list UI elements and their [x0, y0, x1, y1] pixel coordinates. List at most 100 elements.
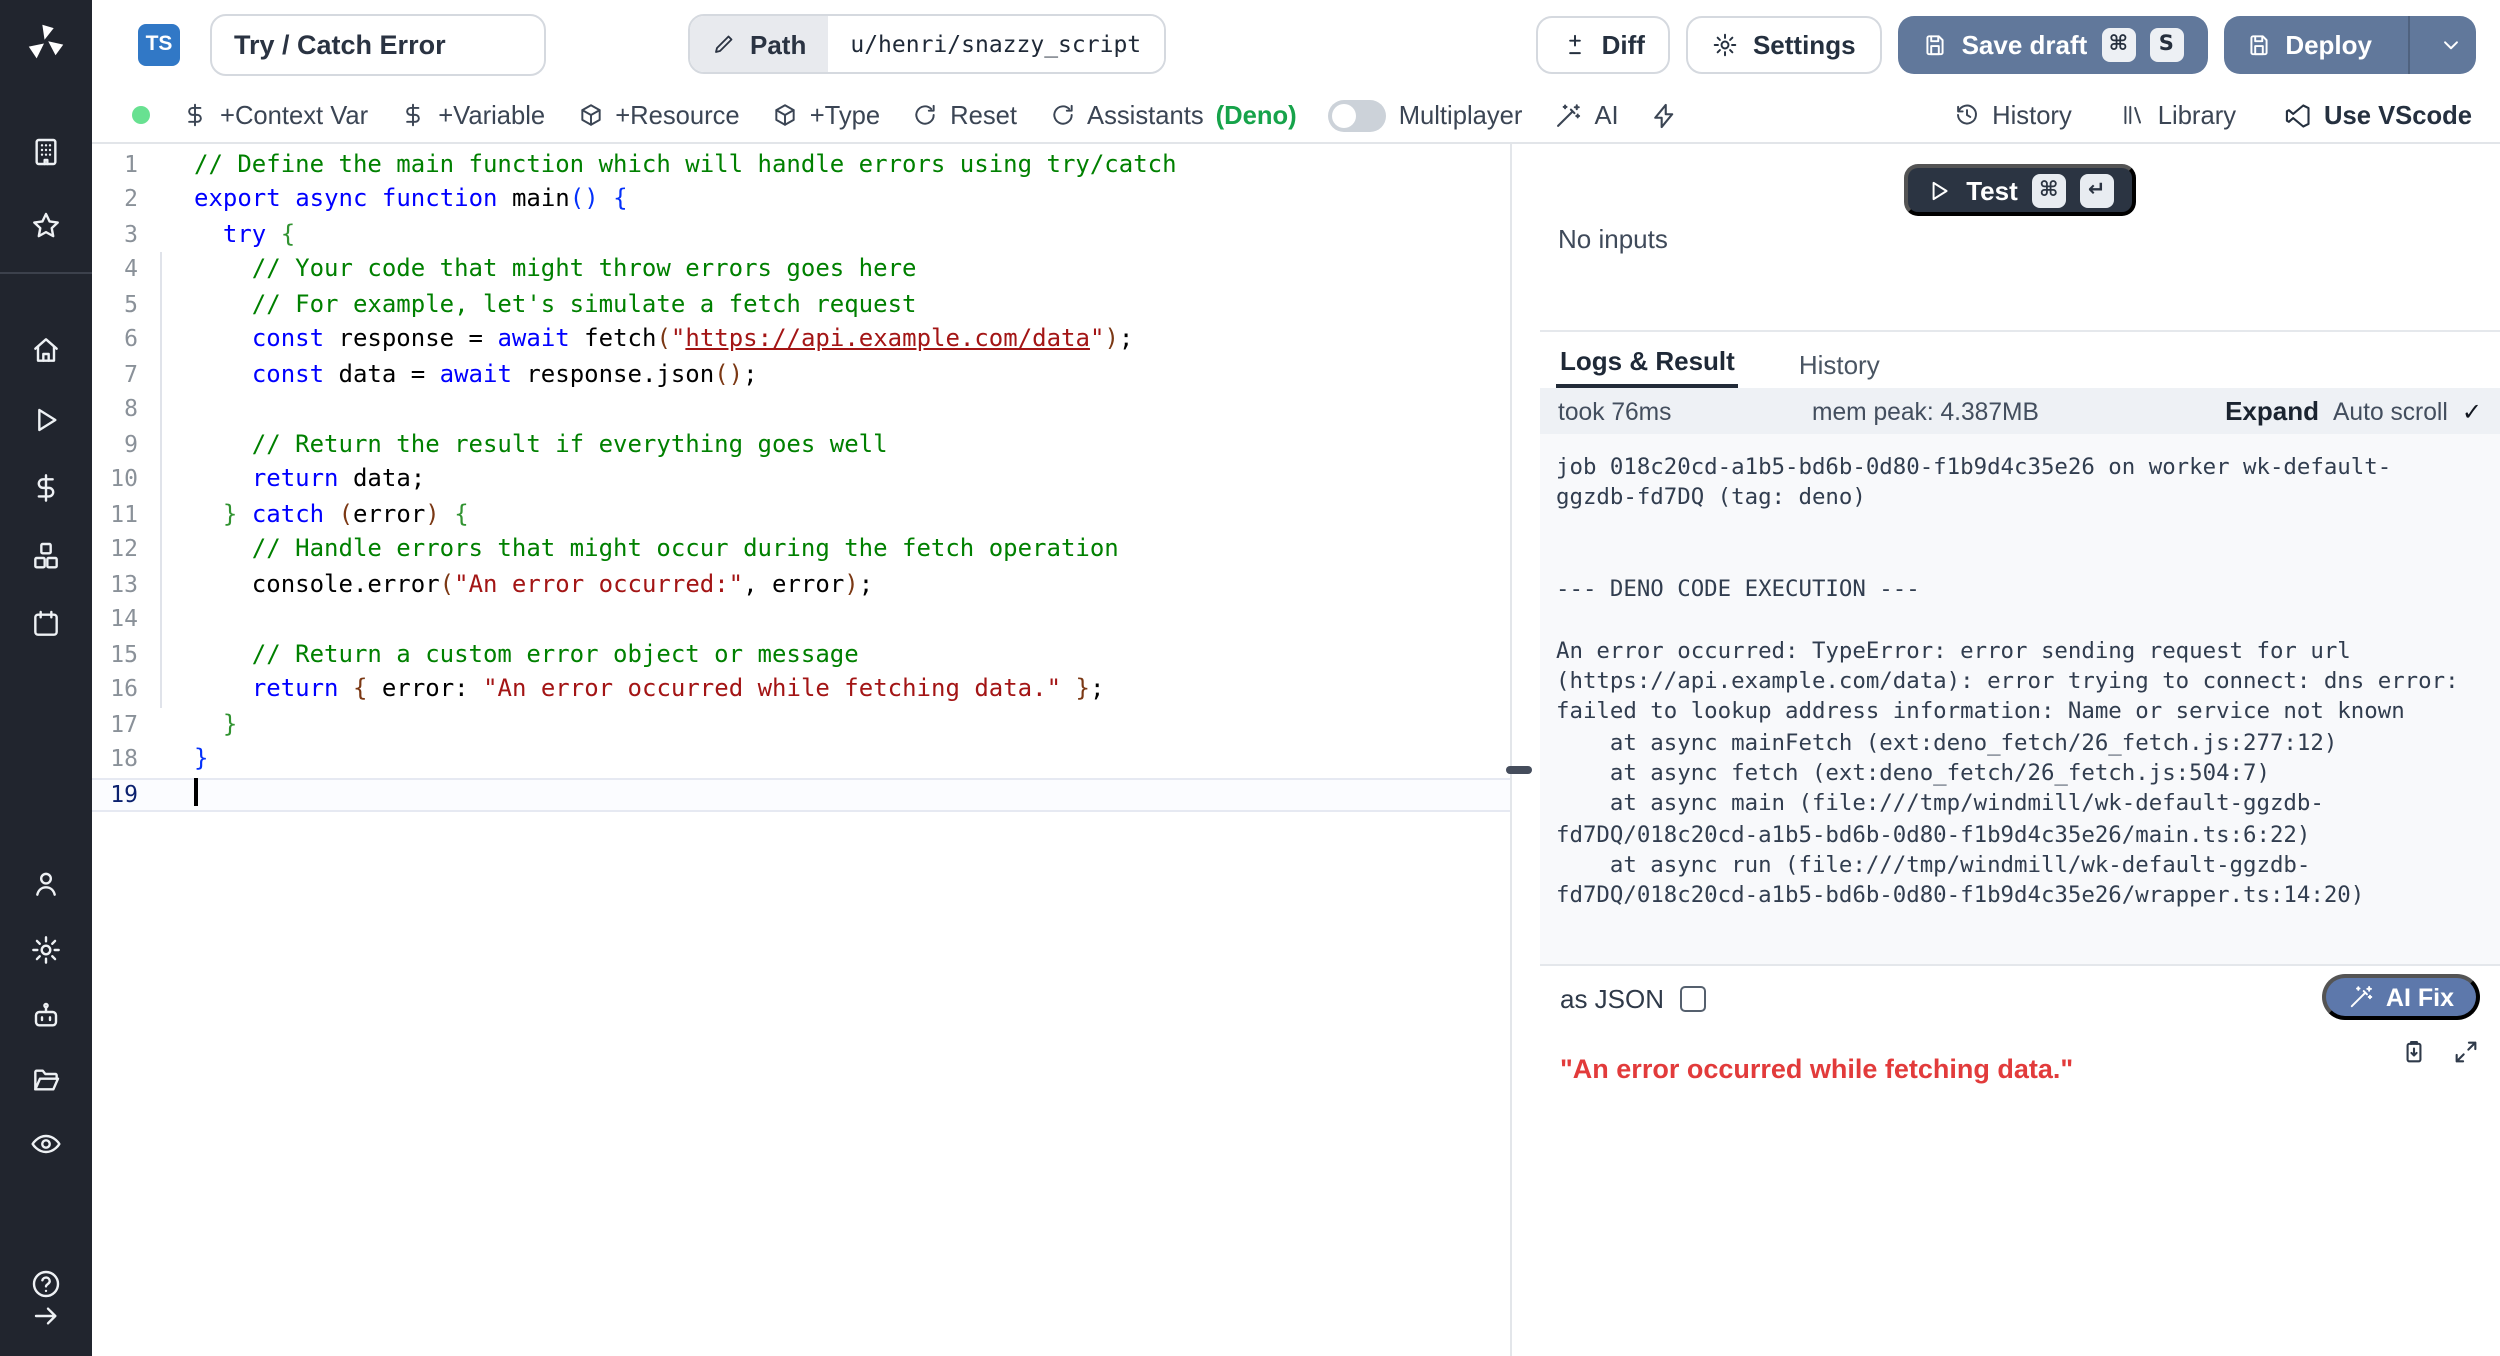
trigger-button[interactable] — [1651, 101, 1679, 129]
code-line-15[interactable]: 15 // Return a custom error object or me… — [92, 637, 1510, 672]
code-line-14[interactable]: 14 — [92, 602, 1510, 637]
code-line-13[interactable]: 13 console.error("An error occurred:", e… — [92, 567, 1510, 602]
assistants-button[interactable]: Assistants (Deno) — [1049, 100, 1297, 130]
code-line-18[interactable]: 18} — [92, 742, 1510, 777]
reset-button[interactable]: Reset — [912, 100, 1017, 130]
add-variable-button[interactable]: +Variable — [400, 100, 545, 130]
code-line-7[interactable]: 7 const data = await response.json(); — [92, 357, 1510, 392]
ai-fix-button[interactable]: AI Fix — [2322, 974, 2480, 1020]
path-group[interactable]: Path u/henri/snazzy_script — [688, 14, 1165, 74]
line-number: 14 — [92, 602, 138, 637]
path-label: Path — [750, 29, 806, 59]
expand-button[interactable]: Expand — [2225, 396, 2319, 426]
user-icon[interactable] — [30, 868, 62, 900]
multiplayer-toggle[interactable] — [1329, 99, 1387, 131]
lightning-bolt-icon — [1651, 101, 1679, 129]
code-line-8[interactable]: 8 — [92, 392, 1510, 427]
multiplayer-toggle-group: Multiplayer — [1329, 99, 1523, 131]
favorites-star-icon[interactable] — [30, 210, 62, 242]
log-output[interactable]: job 018c20cd-a1b5-bd6b-0d80-f1b9d4c35e26… — [1540, 434, 2500, 964]
line-number: 7 — [92, 357, 138, 392]
as-json-label: as JSON — [1560, 984, 1664, 1014]
workspace-building-icon[interactable] — [30, 136, 62, 168]
line-number: 3 — [92, 217, 138, 252]
panel-divider — [1510, 144, 1512, 1356]
script-title-input[interactable]: Try / Catch Error — [210, 13, 546, 75]
ai-fix-label: AI Fix — [2386, 983, 2454, 1011]
pencil-icon — [712, 32, 736, 56]
save-draft-label: Save draft — [1962, 29, 2088, 59]
line-number: 16 — [92, 672, 138, 707]
result-section: as JSON AI Fix "An error occurred while … — [1540, 964, 2500, 1356]
variables-dollar-icon[interactable] — [30, 472, 62, 504]
code-text: // Define the main function which will h… — [138, 147, 1177, 182]
line-number: 8 — [92, 392, 138, 427]
code-line-11[interactable]: 11 } catch (error) { — [92, 497, 1510, 532]
add-context-var-button[interactable]: +Context Var — [182, 100, 368, 130]
tab-history[interactable]: History — [1795, 338, 1884, 388]
home-icon[interactable] — [30, 334, 62, 366]
runs-play-icon[interactable] — [30, 404, 62, 436]
settings-gear-icon[interactable] — [30, 934, 62, 966]
maximize-icon[interactable] — [2452, 1038, 2480, 1066]
code-text: // For example, let's simulate a fetch r… — [138, 287, 916, 322]
line-number: 2 — [92, 182, 138, 217]
code-line-2[interactable]: 2export async function main() { — [92, 182, 1510, 217]
deploy-dropdown[interactable] — [2424, 15, 2476, 73]
folders-icon[interactable] — [30, 1064, 62, 1096]
sidebar-divider — [0, 272, 92, 274]
save-draft-button[interactable]: Save draft ⌘ S — [1898, 15, 2208, 73]
diff-button[interactable]: Diff — [1536, 15, 1671, 73]
tab-logs-result[interactable]: Logs & Result — [1556, 334, 1739, 388]
audit-eye-icon[interactable] — [30, 1128, 62, 1160]
took-duration: took 76ms — [1558, 397, 1671, 425]
code-line-1[interactable]: 1// Define the main function which will … — [92, 147, 1510, 182]
resources-boxes-icon[interactable] — [30, 540, 62, 572]
line-number: 4 — [92, 252, 138, 287]
code-line-3[interactable]: 3 try { — [92, 217, 1510, 252]
assistants-label: Assistants — [1087, 100, 1204, 130]
history-label: History — [1992, 100, 2072, 130]
history-clock-icon — [1954, 102, 1980, 128]
schedules-calendar-icon[interactable] — [30, 608, 62, 640]
deploy-button[interactable]: Deploy — [2223, 15, 2476, 73]
code-line-16[interactable]: 16 return { error: "An error occurred wh… — [92, 672, 1510, 707]
add-resource-button[interactable]: +Resource — [577, 100, 740, 130]
code-editor[interactable]: 1// Define the main function which will … — [92, 144, 1510, 1356]
header-actions: Diff Settings Save draft ⌘ S Deploy — [1536, 15, 2476, 73]
code-lines[interactable]: 1// Define the main function which will … — [92, 144, 1510, 812]
run-statusbar: took 76ms mem peak: 4.387MB Expand Auto … — [1540, 388, 2500, 434]
code-line-4[interactable]: 4 // Your code that might throw errors g… — [92, 252, 1510, 287]
code-text: } — [138, 707, 237, 742]
settings-button[interactable]: Settings — [1687, 15, 1882, 73]
code-line-9[interactable]: 9 // Return the result if everything goe… — [92, 427, 1510, 462]
windmill-logo-icon[interactable] — [24, 20, 68, 64]
expand-arrow-icon[interactable] — [30, 1300, 62, 1332]
line-number: 9 — [92, 427, 138, 462]
library-button[interactable]: Library — [2120, 100, 2236, 130]
code-line-17[interactable]: 17 } — [92, 707, 1510, 742]
autoscroll-checkmark[interactable]: ✓ — [2462, 397, 2482, 425]
code-line-19[interactable]: 19 — [92, 777, 1510, 812]
copy-clipboard-icon[interactable] — [2400, 1038, 2428, 1066]
line-number: 11 — [92, 497, 138, 532]
code-line-10[interactable]: 10 return data; — [92, 462, 1510, 497]
code-line-12[interactable]: 12 // Handle errors that might occur dur… — [92, 532, 1510, 567]
path-value[interactable]: u/henri/snazzy_script — [828, 16, 1163, 72]
ai-button[interactable]: AI — [1554, 100, 1618, 130]
code-line-5[interactable]: 5 // For example, let's simulate a fetch… — [92, 287, 1510, 322]
history-button[interactable]: History — [1954, 100, 2072, 130]
code-text: export async function main() { — [138, 182, 628, 217]
use-vscode-button[interactable]: Use VScode — [2284, 100, 2472, 130]
autoscroll-label[interactable]: Auto scroll — [2333, 397, 2448, 425]
code-line-6[interactable]: 6 const response = await fetch("https://… — [92, 322, 1510, 357]
diff-label: Diff — [1602, 29, 1645, 59]
path-edit-button[interactable]: Path — [690, 16, 828, 72]
help-circle-icon[interactable] — [30, 1268, 62, 1300]
test-button[interactable]: Test ⌘ ↵ — [1904, 164, 2136, 216]
line-number: 10 — [92, 462, 138, 497]
split-drag-handle[interactable] — [1506, 766, 1532, 774]
workers-robot-icon[interactable] — [30, 1000, 62, 1032]
add-type-button[interactable]: +Type — [772, 100, 880, 130]
as-json-checkbox[interactable] — [1680, 986, 1706, 1012]
